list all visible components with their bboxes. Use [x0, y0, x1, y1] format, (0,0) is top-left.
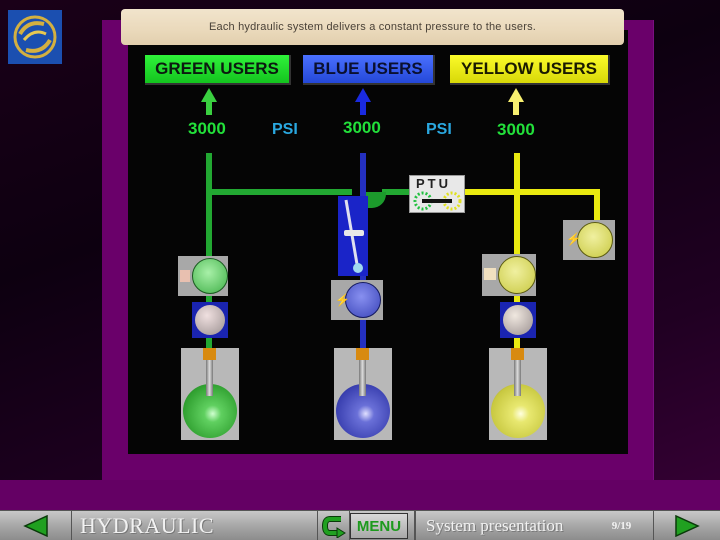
yellow-pump-rotor-icon: [498, 256, 536, 294]
divider: [414, 511, 416, 540]
green-electric-pump[interactable]: [178, 256, 228, 296]
blue-reservoir[interactable]: [334, 348, 392, 440]
return-button[interactable]: [318, 511, 350, 540]
green-arrow-up-icon: [201, 88, 217, 102]
yellow-pressure-value: 3000: [497, 120, 535, 139]
blue-reservoir-neck: [359, 356, 366, 396]
yellow-electric-pump[interactable]: [482, 254, 536, 296]
triangle-left-icon: [22, 515, 48, 537]
info-banner: Each hydraulic system delivers a constan…: [121, 9, 624, 45]
blue-users-label: BLUE USERS: [303, 55, 435, 85]
ptu-gears-icon: [413, 191, 462, 211]
rat-icon: [344, 199, 364, 273]
green-ptu-pipe-2: [382, 189, 410, 195]
yellow-pump-motor-icon: [484, 268, 496, 280]
green-pump-rotor-icon: [192, 258, 228, 294]
yellow-arrow-stem: [513, 101, 519, 115]
prev-button[interactable]: [0, 511, 72, 540]
yellow-engine-pump[interactable]: [500, 302, 536, 338]
blue-reservoir-cap: [356, 348, 369, 360]
page-counter-cell: 9/19: [590, 511, 654, 540]
blue-electric-pump[interactable]: ⚡: [331, 280, 383, 320]
yellow-arrow-up-icon: [508, 88, 524, 102]
yellow-ptu-pipe: [465, 189, 600, 195]
green-reservoir-neck: [206, 356, 213, 396]
green-arrow-stem: [206, 101, 212, 115]
green-ptu-pipe: [212, 189, 352, 195]
presentation-subtitle: System presentation: [426, 516, 564, 535]
green-engine-pump-icon: [195, 305, 225, 335]
swirl-logo-icon: [13, 15, 57, 59]
blue-arrow-up-icon: [355, 88, 371, 102]
psi-unit-right: PSI: [426, 121, 452, 138]
next-button[interactable]: [654, 511, 720, 540]
blue-pressure-value: 3000: [343, 118, 381, 137]
green-reservoir-cap: [203, 348, 216, 360]
page-counter: 9/19: [611, 520, 632, 532]
green-users-label: GREEN USERS: [145, 55, 291, 85]
lightning-icon: ⚡: [566, 232, 581, 246]
yellow-engine-pump-icon: [503, 305, 533, 335]
section-title-cell: HYDRAULIC: [72, 511, 318, 540]
yellow-reservoir[interactable]: [489, 348, 547, 440]
company-logo: [8, 10, 62, 64]
purple-frame-bottom: [0, 480, 720, 510]
yellow-hand-pump-icon: [577, 222, 613, 258]
green-engine-pump[interactable]: [192, 302, 228, 338]
ptu-unit[interactable]: PTU: [409, 175, 465, 213]
navigation-bar: HYDRAULIC MENU System presentation 9/19: [0, 510, 720, 540]
psi-unit-left: PSI: [272, 121, 298, 138]
lightning-icon: ⚡: [335, 293, 350, 307]
subtitle-cell: System presentation: [420, 511, 590, 540]
green-pump-motor-icon: [180, 270, 190, 282]
green-pressure-value: 3000: [188, 119, 226, 138]
yellow-reservoir-cap: [511, 348, 524, 360]
return-arrow-icon: [321, 516, 346, 538]
triangle-right-icon: [675, 515, 700, 537]
yellow-hand-pump-pipe: [594, 189, 600, 221]
ram-air-turbine[interactable]: [338, 196, 368, 276]
blue-pump-rotor-icon: [345, 282, 381, 318]
yellow-hand-pump[interactable]: ⚡: [563, 220, 615, 260]
blue-arrow-stem: [360, 101, 366, 115]
yellow-users-label: YELLOW USERS: [450, 55, 610, 85]
yellow-reservoir-neck: [514, 356, 521, 396]
green-reservoir[interactable]: [181, 348, 239, 440]
section-title: HYDRAULIC: [80, 513, 215, 538]
menu-button[interactable]: MENU: [350, 513, 408, 539]
